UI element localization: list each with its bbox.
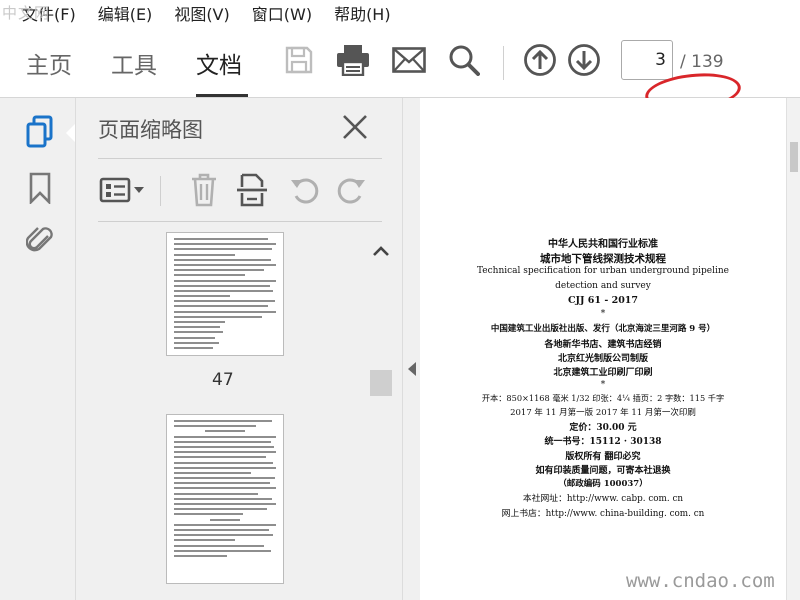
watermark-bottom: www.cndao.com bbox=[626, 570, 775, 592]
active-tab-indicator bbox=[196, 94, 248, 97]
doc-separator: * bbox=[600, 380, 606, 390]
panel-toolbar-divider bbox=[160, 176, 161, 206]
page-number-input[interactable]: 3 bbox=[621, 40, 673, 80]
menu-window[interactable]: 窗口(W) bbox=[252, 1, 312, 25]
thumbnail-page-number: 47 bbox=[212, 370, 234, 390]
rotate-counterclockwise-icon[interactable] bbox=[284, 170, 324, 210]
doc-line: 如有印装质量问题，可寄本社退换 bbox=[535, 466, 671, 476]
scrollbar-thumb[interactable] bbox=[370, 370, 392, 396]
page-thumbnails-panel: 页面缩略图 47 bbox=[76, 98, 402, 600]
doc-english-title: Technical specification for urban underg… bbox=[477, 266, 729, 276]
menu-view[interactable]: 视图(V) bbox=[174, 1, 229, 25]
panel-title: 页面缩略图 bbox=[98, 118, 203, 142]
doc-standard-code: CJJ 61 - 2017 bbox=[567, 295, 639, 306]
doc-line: 各地新华书店、建筑书店经销 bbox=[544, 340, 662, 350]
delete-icon[interactable] bbox=[184, 170, 224, 210]
menu-bar: 文件(F) 编辑(E) 视图(V) 窗口(W) 帮助(H) bbox=[0, 0, 800, 26]
doc-line: 北京红光制版公司制版 bbox=[557, 354, 648, 364]
doc-line: 中华人民共和国行业标准 bbox=[548, 239, 658, 250]
chevron-up-icon[interactable] bbox=[372, 242, 390, 261]
thumbnail-scrollbar[interactable] bbox=[368, 228, 394, 600]
doc-line: 北京建筑工业印刷厂印刷 bbox=[553, 368, 653, 378]
doc-title: 城市地下管线探测技术规程 bbox=[540, 253, 666, 265]
tab-document[interactable]: 文档 bbox=[196, 46, 242, 80]
doc-separator: * bbox=[600, 309, 606, 319]
page-total: / 139 bbox=[680, 52, 724, 72]
scrollbar-thumb[interactable] bbox=[790, 142, 798, 172]
doc-line: 中国建筑工业出版社出版、发行（北京海淀三里河路 9 号） bbox=[490, 324, 716, 334]
doc-line: 开本：850×1168 毫米 1/32 印张：4¼ 插页：2 字数：115 千字 bbox=[481, 393, 725, 403]
collapse-panel-icon[interactable] bbox=[408, 362, 416, 376]
active-panel-pointer bbox=[66, 124, 75, 142]
panel-divider bbox=[98, 158, 382, 159]
tab-home[interactable]: 主页 bbox=[26, 46, 72, 80]
toolbar: 主页 工具 文档 3 / 139 bbox=[0, 26, 800, 115]
page-thumbnails-icon[interactable] bbox=[24, 114, 56, 150]
document-page: 中华人民共和国行业标准 城市地下管线探测技术规程 Technical speci… bbox=[420, 98, 786, 600]
search-icon[interactable] bbox=[446, 42, 482, 78]
panel-divider bbox=[98, 221, 382, 222]
menu-edit[interactable]: 编辑(E) bbox=[98, 1, 153, 25]
watermark-top: 中文网 bbox=[2, 4, 51, 22]
save-icon[interactable] bbox=[281, 42, 317, 78]
print-icon[interactable] bbox=[335, 42, 371, 78]
panel-splitter[interactable] bbox=[402, 98, 420, 600]
thumbnail-page-48[interactable] bbox=[166, 414, 284, 584]
close-icon[interactable] bbox=[340, 112, 370, 142]
thumbnail-page-47[interactable] bbox=[166, 232, 284, 356]
document-scrollbar[interactable] bbox=[786, 98, 800, 600]
rotate-clockwise-icon[interactable] bbox=[332, 170, 372, 210]
menu-help[interactable]: 帮助(H) bbox=[334, 1, 391, 25]
attachment-icon[interactable] bbox=[24, 222, 56, 258]
bookmark-icon[interactable] bbox=[24, 170, 56, 206]
doc-english-title: detection and survey bbox=[555, 281, 651, 291]
left-navigation-rail bbox=[0, 98, 76, 600]
previous-page-icon[interactable] bbox=[522, 42, 558, 78]
thumbnail-options-icon[interactable] bbox=[98, 170, 148, 210]
next-page-icon[interactable] bbox=[566, 42, 602, 78]
extract-pages-icon[interactable] bbox=[232, 170, 272, 210]
doc-price: 定价：30.00 元 bbox=[569, 423, 637, 433]
doc-book-number: 统一书号：15112 · 30138 bbox=[544, 437, 662, 447]
doc-line: 2017 年 11 月第一版 2017 年 11 月第一次印刷 bbox=[510, 408, 696, 418]
email-icon[interactable] bbox=[391, 42, 427, 78]
doc-online-store: 网上书店：http://www. china-building. com. cn bbox=[501, 509, 705, 519]
doc-line: （邮政编码 100037） bbox=[558, 479, 648, 489]
toolbar-divider bbox=[503, 46, 504, 80]
doc-copyright: 版权所有 翻印必究 bbox=[565, 452, 641, 462]
tab-tools[interactable]: 工具 bbox=[111, 46, 157, 80]
doc-website: 本社网址：http://www. cabp. com. cn bbox=[522, 494, 684, 504]
